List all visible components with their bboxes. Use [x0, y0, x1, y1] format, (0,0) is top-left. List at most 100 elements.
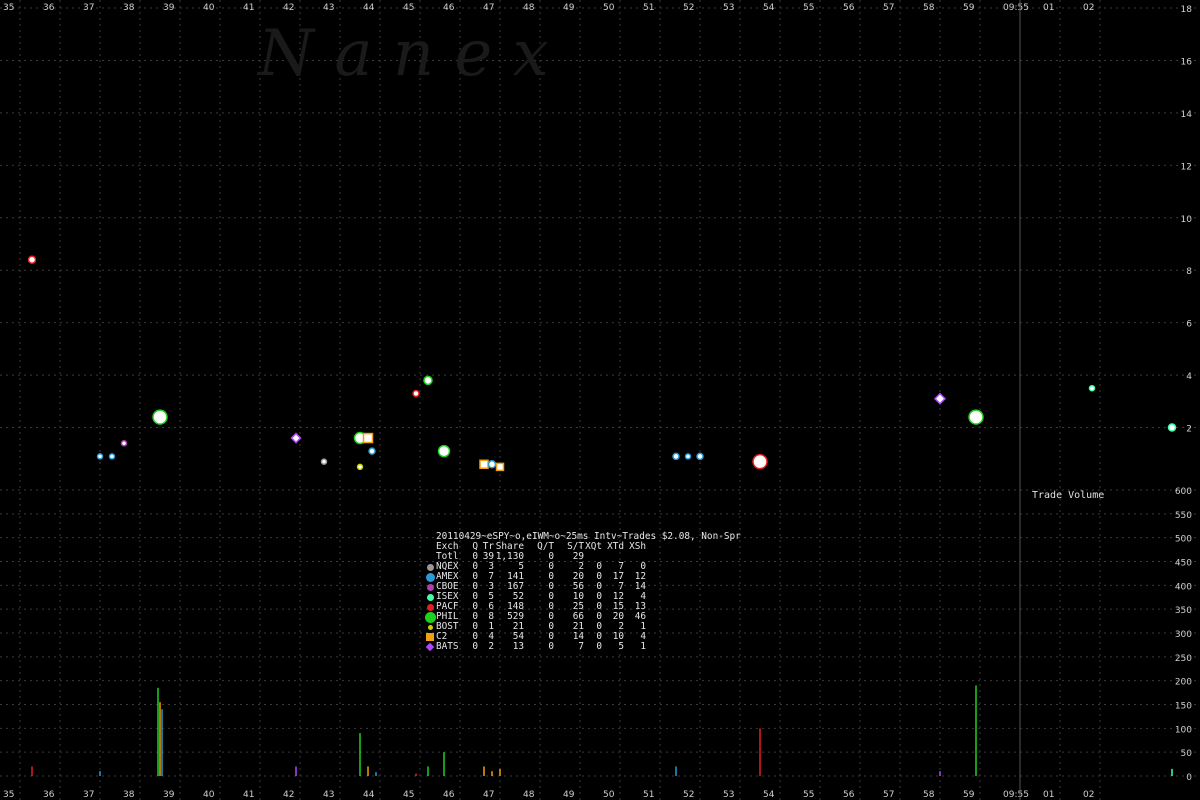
x-tick-label: 43: [323, 790, 334, 800]
x-tick-label: 57: [883, 790, 894, 800]
x-tick-label: 54: [763, 3, 775, 13]
y-tick-label: 200: [1175, 678, 1192, 688]
x-tick-label: 35: [3, 790, 14, 800]
volume-bar: [675, 766, 677, 776]
legend-cell: 2: [488, 641, 494, 652]
x-tick-label: 44: [363, 3, 375, 13]
trade-point: [479, 459, 489, 470]
x-tick-label: 01: [1043, 790, 1054, 800]
legend-swatch-icon: [424, 611, 436, 623]
trade-point: [320, 458, 328, 465]
volume-bar: [427, 766, 429, 776]
trade-point: [672, 452, 680, 461]
x-tick-label: 51: [643, 790, 654, 800]
x-tick-label: 36: [43, 790, 55, 800]
y-tick-label: 8: [1186, 267, 1192, 277]
x-tick-label: 46: [443, 3, 455, 13]
volume-bar: [359, 733, 361, 776]
nanex-watermark: N a n e x: [256, 17, 549, 91]
trade-point: [968, 409, 984, 425]
trade-point: [152, 409, 168, 425]
x-tick-label: 52: [683, 3, 694, 13]
x-tick-label: 02: [1083, 3, 1094, 13]
trade-point: [290, 432, 302, 444]
volume-bar: [375, 772, 377, 776]
volume-bar: [491, 771, 493, 776]
x-tick-label: 39: [163, 790, 175, 800]
y-tick-label: 6: [1186, 320, 1192, 330]
volume-bar: [759, 728, 761, 776]
x-tick-label: 41: [243, 3, 254, 13]
legend-cell: BATS: [436, 641, 459, 652]
y-tick-label: 450: [1175, 559, 1192, 569]
x-axis-bottom: 35 36 37 38 39 40 41 42 43 44 45 46 47 48 49 50 51 52 53 54…: [3, 790, 1094, 800]
trade-point: [423, 375, 433, 386]
x-tick-label: 47: [483, 790, 494, 800]
legend-cell: 1: [640, 641, 646, 652]
y-tick-label: 550: [1175, 511, 1192, 521]
trade-point: [368, 447, 376, 455]
trade-point: [27, 255, 37, 264]
x-tick-label: 37: [83, 790, 94, 800]
y-tick-label: 16: [1181, 57, 1193, 67]
y-tick-label: 12: [1181, 162, 1192, 172]
x-axis-top: 35 36 37 38 39 40 41 42 43 44 45 46 47 48 49 50 51 52 53 54…: [3, 3, 1094, 13]
x-tick-label: 45: [403, 3, 414, 13]
trade-point: [495, 462, 505, 472]
legend-cell: 5: [618, 641, 624, 652]
x-tick-label: 50: [603, 790, 615, 800]
volume-bar: [31, 766, 33, 776]
volume-bar: [161, 709, 163, 776]
y-tick-label: 500: [1175, 535, 1192, 545]
volume-bar: [295, 766, 297, 776]
legend-cell: XTd: [607, 541, 624, 552]
x-tick-label: 43: [323, 3, 334, 13]
legend-cell: 0: [548, 641, 554, 652]
x-tick-label: 41: [243, 790, 254, 800]
volume-bar: [99, 771, 101, 776]
y-axis-volume: 600550500450400350300250200150100500: [1175, 487, 1192, 783]
legend-swatch-icon: [424, 563, 436, 571]
legend-cell: XSh: [629, 541, 646, 552]
x-tick-label: 02: [1083, 790, 1094, 800]
legend-swatch-icon: [424, 572, 436, 582]
x-tick-label: 58: [923, 3, 935, 13]
trade-volume-label: Trade Volume: [1032, 490, 1104, 501]
x-tick-label: 49: [563, 3, 575, 13]
x-tick-label: 53: [723, 790, 734, 800]
legend-swatch-icon: [424, 583, 436, 591]
x-tick-label: 42: [283, 3, 294, 13]
y-tick-label: 0: [1186, 773, 1192, 783]
legend-swatch-icon: [424, 593, 436, 601]
x-tick-label: 50: [603, 3, 615, 13]
x-tick-label: 57: [883, 3, 894, 13]
x-tick-label: 59: [963, 790, 975, 800]
legend-swatch-icon: [424, 603, 436, 611]
legend-swatch-icon: [424, 624, 436, 630]
y-tick-label: 10: [1181, 215, 1193, 225]
trade-point: [752, 453, 768, 470]
trade-point: [487, 460, 497, 469]
chart-canvas: N a n e x 35 36 37 38 39 40 41 42 43 44 45 46 47 48 49…: [0, 0, 1200, 800]
legend-cell: 0: [596, 641, 602, 652]
volume-bar: [157, 687, 159, 776]
trade-point: [108, 453, 116, 460]
trade-point: [362, 432, 374, 444]
x-tick-label: 35: [3, 3, 14, 13]
x-tick-label: 58: [923, 790, 935, 800]
x-tick-label: 48: [523, 3, 535, 13]
x-tick-label: 40: [203, 790, 215, 800]
volume-bar: [159, 702, 161, 776]
trade-points: [27, 255, 1177, 472]
x-tick-label: 59: [963, 3, 975, 13]
y-tick-label: 100: [1175, 725, 1192, 735]
x-tick-label: 49: [563, 790, 575, 800]
legend-cell: XQt: [585, 541, 602, 552]
y-axis-price: 18 16 14 12 10 8 6 4 2: [1181, 5, 1193, 435]
trade-point: [684, 453, 692, 460]
x-tick-label: 56: [843, 790, 855, 800]
volume-bar: [939, 771, 941, 776]
trade-point: [1088, 384, 1096, 392]
x-tick-label: 09:55: [1003, 790, 1029, 800]
y-tick-label: 50: [1181, 749, 1193, 759]
